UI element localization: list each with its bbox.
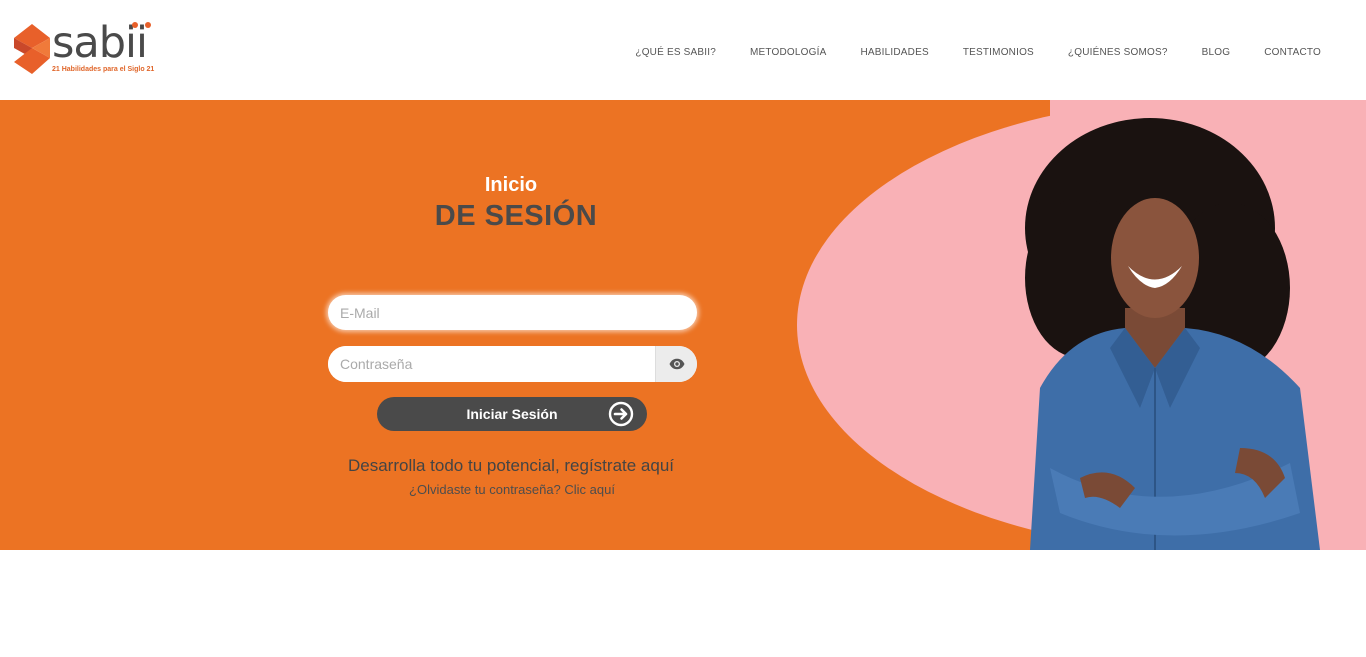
password-input[interactable] (328, 346, 656, 382)
nav-item-que-es-sabii[interactable]: ¿QUÉ ES SABII? (635, 47, 716, 58)
nav-item-testimonios[interactable]: TESTIMONIOS (963, 47, 1034, 58)
login-submit-label: Iniciar Sesión (466, 406, 558, 422)
forgot-password-link[interactable]: ¿Olvidaste tu contraseña? Clic aquí (0, 482, 1024, 497)
login-submit-button[interactable]: Iniciar Sesión (377, 397, 647, 431)
login-title-small: Inicio (484, 174, 538, 196)
arrow-right-circle-icon (608, 401, 634, 427)
sabii-logo[interactable]: sabii 21 Habilidades para el Siglo 21 (14, 18, 155, 76)
login-hero: Inicio DE SESIÓN Iniciar Sesión Desarrol… (0, 100, 1366, 550)
logo-dot-1 (132, 22, 138, 28)
password-field (328, 346, 697, 382)
register-link[interactable]: Desarrolla todo tu potencial, regístrate… (0, 456, 1022, 476)
logo-dot-2 (145, 22, 151, 28)
main-nav: ¿QUÉ ES SABII? METODOLOGÍA HABILIDADES T… (601, 47, 1321, 58)
smiling-woman-photo (1025, 118, 1320, 550)
site-header: sabii 21 Habilidades para el Siglo 21 ¿Q… (0, 0, 1366, 100)
eye-icon (669, 358, 684, 370)
email-input[interactable] (328, 295, 697, 330)
logo-mark-icon (14, 24, 50, 74)
nav-item-quienes-somos[interactable]: ¿QUIÉNES SOMOS? (1068, 47, 1168, 58)
nav-item-metodologia[interactable]: METODOLOGÍA (750, 47, 826, 58)
logo-tagline: 21 Habilidades para el Siglo 21 (52, 66, 155, 73)
nav-item-blog[interactable]: BLOG (1202, 47, 1231, 58)
nav-item-contacto[interactable]: CONTACTO (1264, 47, 1321, 58)
show-password-button[interactable] (655, 346, 697, 382)
nav-item-habilidades[interactable]: HABILIDADES (860, 47, 928, 58)
login-title-big: DE SESIÓN (434, 200, 598, 232)
